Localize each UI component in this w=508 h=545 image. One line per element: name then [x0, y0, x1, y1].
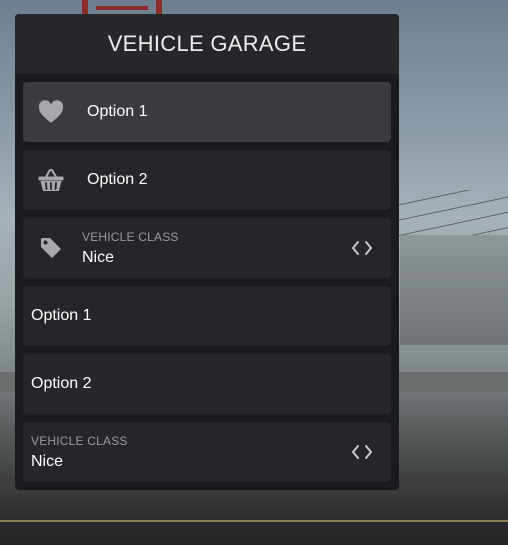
menu-item-label: Option 2 — [31, 375, 92, 392]
menu-selector-vehicle-class[interactable]: VEHICLE CLASS Nice — [23, 218, 391, 278]
background-building — [400, 235, 508, 345]
selector-value: Nice — [31, 452, 64, 470]
background-road-line — [0, 520, 508, 522]
basket-icon — [23, 167, 79, 193]
selector-sub-label: VEHICLE CLASS — [31, 433, 128, 448]
left-right-arrows-icon[interactable] — [351, 240, 373, 256]
tag-icon — [23, 236, 79, 260]
selector-text: VEHICLE CLASS Nice — [82, 230, 179, 267]
menu-item-label: Option 2 — [87, 171, 148, 188]
left-right-arrows-icon[interactable] — [351, 444, 373, 460]
menu-title: VEHICLE GARAGE — [107, 31, 307, 56]
selector-sub-label: VEHICLE CLASS — [82, 229, 179, 244]
background-road — [0, 490, 508, 545]
selector-value: Nice — [82, 248, 115, 266]
menu-item-label: Option 1 — [87, 103, 148, 120]
menu-item-option-2[interactable]: Option 2 — [23, 150, 391, 210]
menu-header: VEHICLE GARAGE — [15, 14, 399, 74]
menu-item-option-1[interactable]: Option 1 — [23, 82, 391, 142]
menu-item-option-1-plain[interactable]: Option 1 — [23, 286, 391, 346]
vehicle-garage-menu: VEHICLE GARAGE Option 1 Option 2 VEHICLE… — [15, 14, 399, 490]
heart-icon — [23, 100, 79, 124]
menu-list: Option 1 Option 2 VEHICLE CLASS Nice Opt… — [15, 74, 399, 482]
selector-text: VEHICLE CLASS Nice — [31, 434, 128, 471]
menu-item-label: Option 1 — [31, 307, 92, 324]
menu-selector-vehicle-class-plain[interactable]: VEHICLE CLASS Nice — [23, 422, 391, 482]
menu-item-option-2-plain[interactable]: Option 2 — [23, 354, 391, 414]
